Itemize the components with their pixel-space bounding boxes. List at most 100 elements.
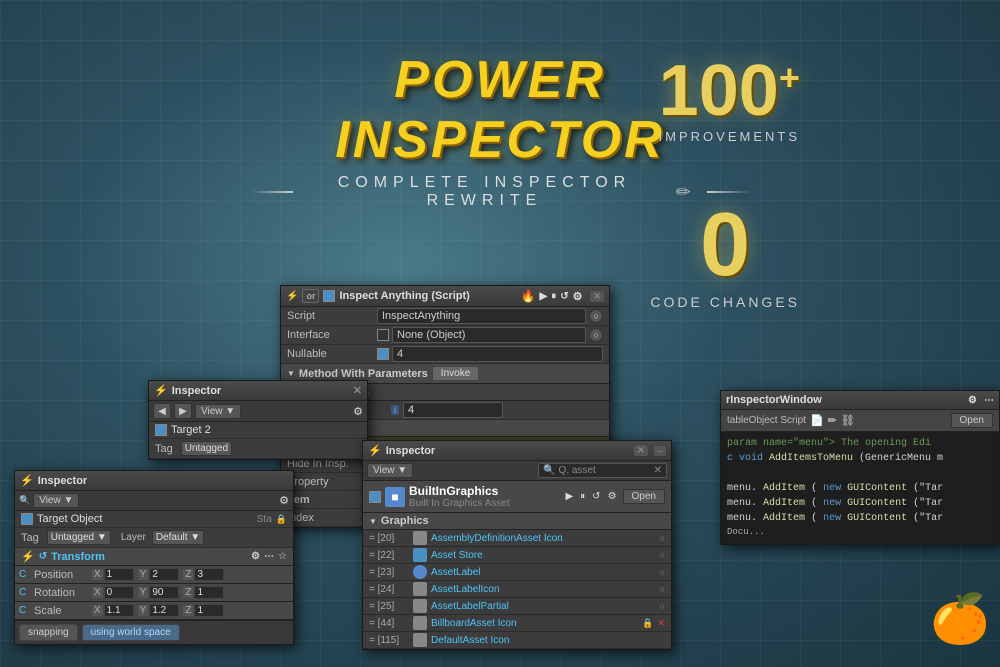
code-open-btn[interactable]: Open (951, 413, 993, 428)
item-circle[interactable]: ○ (660, 567, 665, 577)
graphics-section-header[interactable]: ▼ Graphics (363, 513, 671, 530)
play-icon[interactable]: ▶ (539, 291, 547, 302)
gear-icon[interactable]: ⚙ (573, 290, 583, 303)
search-icon: 🔍 (543, 465, 555, 476)
scale-xyz: X Y Z (92, 604, 289, 617)
rot-z-input[interactable] (194, 586, 224, 599)
search-clear-icon[interactable]: ✕ (654, 465, 662, 476)
il-gear-icon[interactable]: ⚙ (353, 405, 363, 418)
scale-z-input[interactable] (194, 604, 224, 617)
title-checkbox[interactable] (323, 290, 335, 302)
interface-field[interactable]: None (Object) (392, 327, 586, 343)
refresh-icon[interactable]: ↺ (560, 291, 568, 302)
target-lock-icon[interactable]: 🔒 (276, 514, 287, 525)
interface-circle-btn[interactable]: ○ (589, 328, 603, 342)
transform-lightning: ⚡ (21, 550, 35, 563)
pos-x-input[interactable] (104, 568, 134, 581)
builtin-name: BuiltInGraphics (409, 484, 559, 498)
target2-checkbox[interactable] (155, 424, 167, 436)
scale-label: Scale (34, 605, 89, 617)
code-dots[interactable]: ⋯ (984, 395, 994, 406)
search-box-center[interactable]: 🔍 Q, asset ✕ (538, 463, 667, 478)
builtin-checkbox[interactable] (369, 491, 381, 503)
world-space-button[interactable]: using world space (82, 624, 180, 641)
item-x-icon[interactable]: ✕ (657, 618, 665, 629)
ic-pause-icon[interactable]: ⏸ (578, 489, 587, 504)
item-index: = [24] (369, 584, 409, 595)
item-name: BillboardAsset Icon (431, 618, 638, 629)
script-field[interactable]: InspectAnything (377, 308, 586, 324)
im-gear-icon[interactable]: ⚙ (279, 494, 289, 507)
ic-minimize[interactable]: ─ (654, 446, 666, 456)
nullable-checkbox[interactable] (377, 348, 389, 360)
list-item[interactable]: = [22] Asset Store ○ (363, 547, 671, 564)
ic-view-btn[interactable]: View ▼ (367, 463, 413, 478)
list-item[interactable]: = [23] AssetLabel ○ (363, 564, 671, 581)
inspector-left-icon: ⚡ (154, 384, 168, 397)
tag-select-left[interactable]: Untagged (181, 441, 232, 456)
scale-y-label: Y (138, 605, 149, 616)
item-icon (413, 633, 427, 647)
pause-icon[interactable]: ⏸ (551, 291, 556, 302)
subtitle-line-right (707, 191, 750, 193)
list-item[interactable]: = [25] AssetLabelPartial ○ (363, 598, 671, 615)
list-item[interactable]: = [115] DefaultAsset Icon (363, 632, 671, 649)
rot-z-label: Z (183, 587, 193, 598)
rot-x-input[interactable] (104, 586, 134, 599)
pos-z-label: Z (183, 569, 193, 580)
snapping-button[interactable]: snapping (19, 624, 78, 641)
pos-y-input[interactable] (149, 568, 179, 581)
script-circle-btn[interactable]: ○ (589, 309, 603, 323)
nullable-field[interactable]: 4 (392, 346, 603, 362)
checkbox-or: or (302, 289, 319, 303)
item-circle[interactable]: ○ (660, 584, 665, 594)
a-field[interactable]: 4 (403, 402, 503, 418)
subtitle-text: COMPLETE INSPECTOR REWRITE (303, 174, 666, 210)
item-index: = [44] (369, 618, 409, 629)
layer-select[interactable]: Default ▼ (152, 530, 204, 545)
code-line-5: menu. AddItem ( new GUIContent ("Tar (727, 496, 993, 511)
item-circle[interactable]: ○ (660, 550, 665, 560)
invoke-button[interactable]: Invoke (432, 366, 479, 381)
stat-code-changes: 0 CODE CHANGES (650, 200, 800, 310)
list-item[interactable]: = [20] AssemblyDefinitionAsset Icon ○ (363, 530, 671, 547)
scale-row: C Scale X Y Z (15, 602, 293, 620)
transform-gear[interactable]: ⚙ (251, 551, 260, 562)
list-item[interactable]: = [24] AssetLabelIcon ○ (363, 581, 671, 598)
view-btn[interactable]: View ▼ (195, 404, 241, 419)
script-label: Script (287, 310, 377, 322)
transform-dots[interactable]: ⋯ (264, 551, 274, 562)
close-x[interactable]: ✕ (590, 291, 604, 302)
code-gear[interactable]: ⚙ (968, 395, 977, 406)
interface-label: Interface (287, 329, 377, 341)
target2-row: Target 2 (149, 422, 367, 439)
nav-left-btn[interactable]: ◀ (153, 403, 171, 419)
list-item[interactable]: = [44] BillboardAsset Icon 🔒 ✕ (363, 615, 671, 632)
scale-y-input[interactable] (149, 604, 179, 617)
ic-play-icon[interactable]: ▶ (563, 489, 575, 504)
item-circle[interactable]: ○ (660, 601, 665, 611)
rot-y-input[interactable] (149, 586, 179, 599)
triangle-icon: ▼ (287, 369, 295, 378)
builtin-sub: Built In Graphics Asset (409, 498, 559, 509)
window-inspector-left: ⚡ Inspector ✕ ◀ ▶ View ▼ ⚙ Target 2 Tag … (148, 380, 368, 460)
inspector-center-titlebar: ⚡ Inspector ✕ ─ (363, 441, 671, 461)
ic-gear-icon[interactable]: ⚙ (606, 489, 619, 504)
pos-z-input[interactable] (194, 568, 224, 581)
im-view-btn[interactable]: View ▼ (33, 493, 79, 508)
ic-refresh-icon[interactable]: ↺ (590, 489, 602, 504)
il-close[interactable]: ✕ (353, 384, 362, 397)
open-button[interactable]: Open (623, 489, 665, 504)
tag-select-main[interactable]: Untagged ▼ (47, 530, 111, 545)
scale-x-input[interactable] (104, 604, 134, 617)
ic-title: Inspector (386, 445, 630, 457)
nav-right-btn[interactable]: ▶ (174, 403, 192, 419)
item-circle[interactable]: ○ (660, 533, 665, 543)
item-icon (413, 531, 427, 545)
nullable-row: Nullable 4 (281, 345, 609, 364)
transform-section-header[interactable]: ⚡ ↺ Transform ⚙ ⋯ ☆ (15, 548, 293, 566)
interface-checkbox[interactable] (377, 329, 389, 341)
script-value: InspectAnything (382, 310, 460, 322)
target-checkbox[interactable] (21, 513, 33, 525)
ic-x-close[interactable]: ✕ (634, 445, 648, 456)
